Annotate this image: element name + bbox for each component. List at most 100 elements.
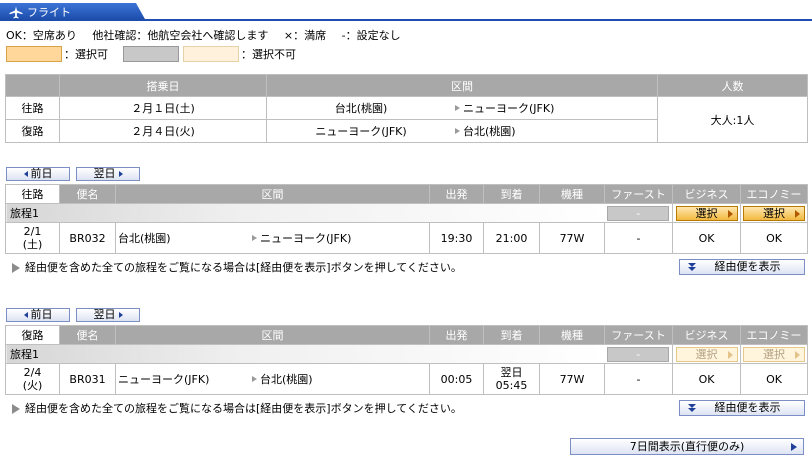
- inbound-flight-row: 2/4 (火) BR031 ニューヨーク(JFK) 台北(桃園) 00:05 翌日…: [5, 363, 808, 395]
- col-first: ファースト: [604, 184, 673, 204]
- flight-date: 2/4: [23, 366, 42, 379]
- swatch-gray: [123, 46, 179, 62]
- play-arrow-icon: [795, 209, 800, 218]
- col-arrive: 到着: [483, 184, 540, 204]
- summary-inbound-date: ２月４日(火): [59, 119, 267, 143]
- legend: OK：空席あり 他社確認：他航空会社へ確認します ×：満席 -：設定なし: [6, 29, 413, 43]
- legend-full: ×：満席: [283, 29, 327, 42]
- outbound-first: -: [604, 222, 673, 254]
- legend-selectable: ：選択可: [64, 48, 108, 61]
- inbound-economy-select-button[interactable]: 選択: [743, 346, 805, 362]
- outbound-next-day-button[interactable]: 翌日: [76, 167, 140, 181]
- summary-header-blank: [5, 74, 60, 97]
- double-chevron-down-icon: [688, 403, 697, 413]
- via-button-label: 経由便を表示: [714, 401, 781, 414]
- outbound-show-via-button[interactable]: 経由便を表示: [679, 259, 805, 275]
- chevron-right-icon: [791, 443, 797, 451]
- col-business: ビジネス: [672, 325, 741, 345]
- col-aircraft: 機種: [539, 325, 605, 345]
- legend-unselectable: ：選択不可: [241, 48, 296, 61]
- inbound-direction-label: 復路: [5, 325, 60, 345]
- outbound-economy-select-button[interactable]: 選択: [743, 205, 805, 221]
- col-economy: エコノミー: [740, 325, 808, 345]
- outbound-economy-select-cell: 選択: [740, 203, 808, 223]
- summary-inbound-label: 復路: [5, 119, 60, 143]
- next-day-note: 翌日: [500, 366, 523, 379]
- summary-inbound-to: 台北(桃園): [463, 125, 516, 138]
- flight-date: 2/1: [23, 225, 42, 238]
- select-label: 選択: [763, 348, 785, 361]
- outbound-economy: OK: [740, 222, 808, 254]
- inbound-date: 2/4 (火): [5, 363, 60, 395]
- col-flight: 便名: [59, 184, 116, 204]
- summary-outbound-label: 往路: [5, 96, 60, 120]
- col-first: ファースト: [604, 325, 673, 345]
- inbound-first-slot: -: [604, 344, 673, 364]
- inbound-economy-select-cell: 選択: [740, 344, 808, 364]
- flight-dow: (火): [22, 379, 43, 392]
- legend-other: 他社確認：他航空会社へ確認します: [92, 29, 269, 42]
- play-arrow-icon: [795, 350, 800, 359]
- outbound-dep: 19:30: [429, 222, 484, 254]
- legend-none: -：設定なし: [341, 29, 401, 42]
- col-arrive: 到着: [483, 325, 540, 345]
- inbound-from: ニューヨーク(JFK): [118, 372, 210, 386]
- header-title: フライト: [27, 6, 71, 19]
- outbound-aircraft: 77W: [539, 222, 605, 254]
- summary-header-pax: 人数: [657, 74, 808, 97]
- outbound-segment-label: 旅程1: [5, 203, 605, 223]
- summary-inbound-route: ニューヨーク(JFK) 台北(桃園): [266, 119, 658, 143]
- inbound-next-day-button[interactable]: 翌日: [76, 308, 140, 322]
- inbound-business: OK: [672, 363, 741, 395]
- summary-pax: 大人:1人: [657, 96, 808, 143]
- prev-day-label: 前日: [30, 308, 53, 321]
- select-label: 選択: [763, 207, 785, 220]
- summary-outbound-from: 台北(桃園): [334, 102, 388, 115]
- first-class-unavailable: -: [607, 205, 670, 221]
- play-arrow-icon: [727, 350, 733, 359]
- inbound-to: 台北(桃園): [260, 372, 313, 386]
- inbound-route: ニューヨーク(JFK) 台北(桃園): [115, 363, 430, 395]
- via-note-text: 経由便を含めた全ての旅程をご覧になる場合は[経由便を表示]ボタンを押してください…: [25, 261, 462, 274]
- bullet-arrow-icon: [12, 403, 20, 414]
- outbound-business: OK: [672, 222, 741, 254]
- outbound-business-select-cell: 選択: [672, 203, 741, 223]
- summary-outbound-to: ニューヨーク(JFK): [463, 102, 555, 115]
- route-arrow-icon: [252, 375, 257, 382]
- chevron-right-icon: [118, 312, 123, 318]
- inbound-business-select-cell: 選択: [672, 344, 741, 364]
- outbound-date: 2/1 (土): [5, 222, 60, 254]
- prev-day-label: 前日: [30, 167, 53, 180]
- arrival-time: 05:45: [495, 379, 528, 392]
- col-route: 区間: [115, 184, 430, 204]
- outbound-prev-day-button[interactable]: 前日: [6, 167, 70, 181]
- col-depart: 出発: [429, 325, 484, 345]
- outbound-flight-no: BR032: [59, 222, 116, 254]
- seven-day-view-button[interactable]: 7日間表示(直行便のみ): [570, 438, 804, 455]
- itinerary-summary-table: 搭乗日 区間 人数 往路 ２月１日(土) 台北(桃園) ニューヨーク(JFK) …: [5, 74, 808, 143]
- airplane-icon: [9, 6, 23, 19]
- flight-dow: (土): [22, 238, 43, 251]
- via-note-text: 経由便を含めた全ての旅程をご覧になる場合は[経由便を表示]ボタンを押してください…: [25, 402, 462, 415]
- inbound-economy: OK: [740, 363, 808, 395]
- outbound-route: 台北(桃園) ニューヨーク(JFK): [115, 222, 430, 254]
- inbound-show-via-button[interactable]: 経由便を表示: [679, 400, 805, 416]
- chevron-left-icon: [23, 171, 28, 177]
- chevron-right-icon: [118, 171, 123, 177]
- route-arrow-icon: [455, 128, 460, 134]
- inbound-dep: 00:05: [429, 363, 484, 395]
- select-label: 選択: [695, 348, 718, 361]
- double-chevron-down-icon: [688, 262, 697, 272]
- outbound-business-select-button[interactable]: 選択: [675, 205, 738, 221]
- summary-header-route: 区間: [266, 74, 658, 97]
- play-arrow-icon: [727, 209, 733, 218]
- swatch-unselectable: [183, 46, 239, 62]
- select-label: 選択: [695, 207, 718, 220]
- swatch-selectable: [6, 46, 62, 62]
- outbound-flight-table: 往路 便名 区間 出発 到着 機種 ファースト ビジネス エコノミー 旅程1 -…: [5, 184, 808, 254]
- inbound-prev-day-button[interactable]: 前日: [6, 308, 70, 322]
- inbound-business-select-button[interactable]: 選択: [675, 346, 738, 362]
- outbound-to: ニューヨーク(JFK): [260, 231, 352, 245]
- inbound-flight-table: 復路 便名 区間 出発 到着 機種 ファースト ビジネス エコノミー 旅程1 -…: [5, 325, 808, 395]
- col-flight: 便名: [59, 325, 116, 345]
